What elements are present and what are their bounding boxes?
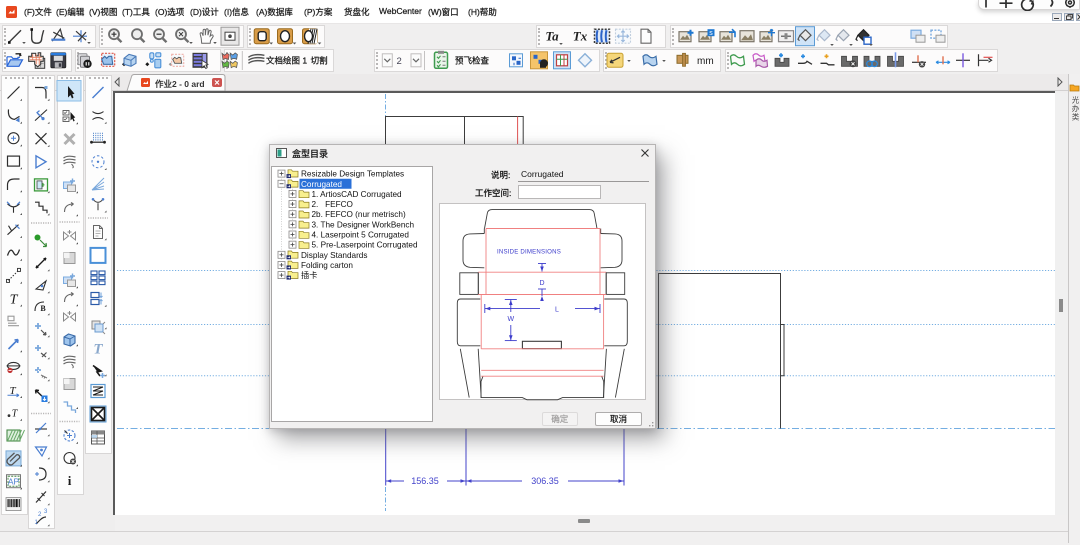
svg-text:W: W	[507, 316, 514, 323]
svg-text:INSIDE DIMENSIONS: INSIDE DIMENSIONS	[497, 249, 561, 256]
svg-text:D: D	[539, 280, 544, 287]
svg-text:L: L	[555, 307, 559, 314]
